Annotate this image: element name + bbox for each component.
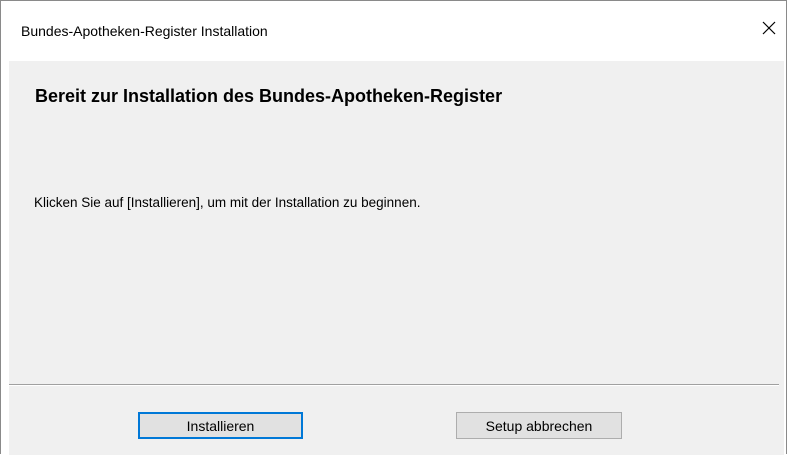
dialog-body: Bereit zur Installation des Bundes-Apoth… [9,61,784,455]
installer-window: Bundes-Apotheken-Register Installation B… [0,0,787,455]
install-button[interactable]: Installieren [138,412,303,439]
window-title: Bundes-Apotheken-Register Installation [21,23,268,39]
cancel-setup-button[interactable]: Setup abbrechen [456,412,622,439]
separator-line [9,384,779,386]
close-icon [762,21,776,35]
title-bar[interactable]: Bundes-Apotheken-Register Installation [1,1,786,61]
close-button[interactable] [756,15,782,41]
instruction-text: Klicken Sie auf [Installieren], um mit d… [34,195,421,210]
page-heading: Bereit zur Installation des Bundes-Apoth… [35,86,503,106]
